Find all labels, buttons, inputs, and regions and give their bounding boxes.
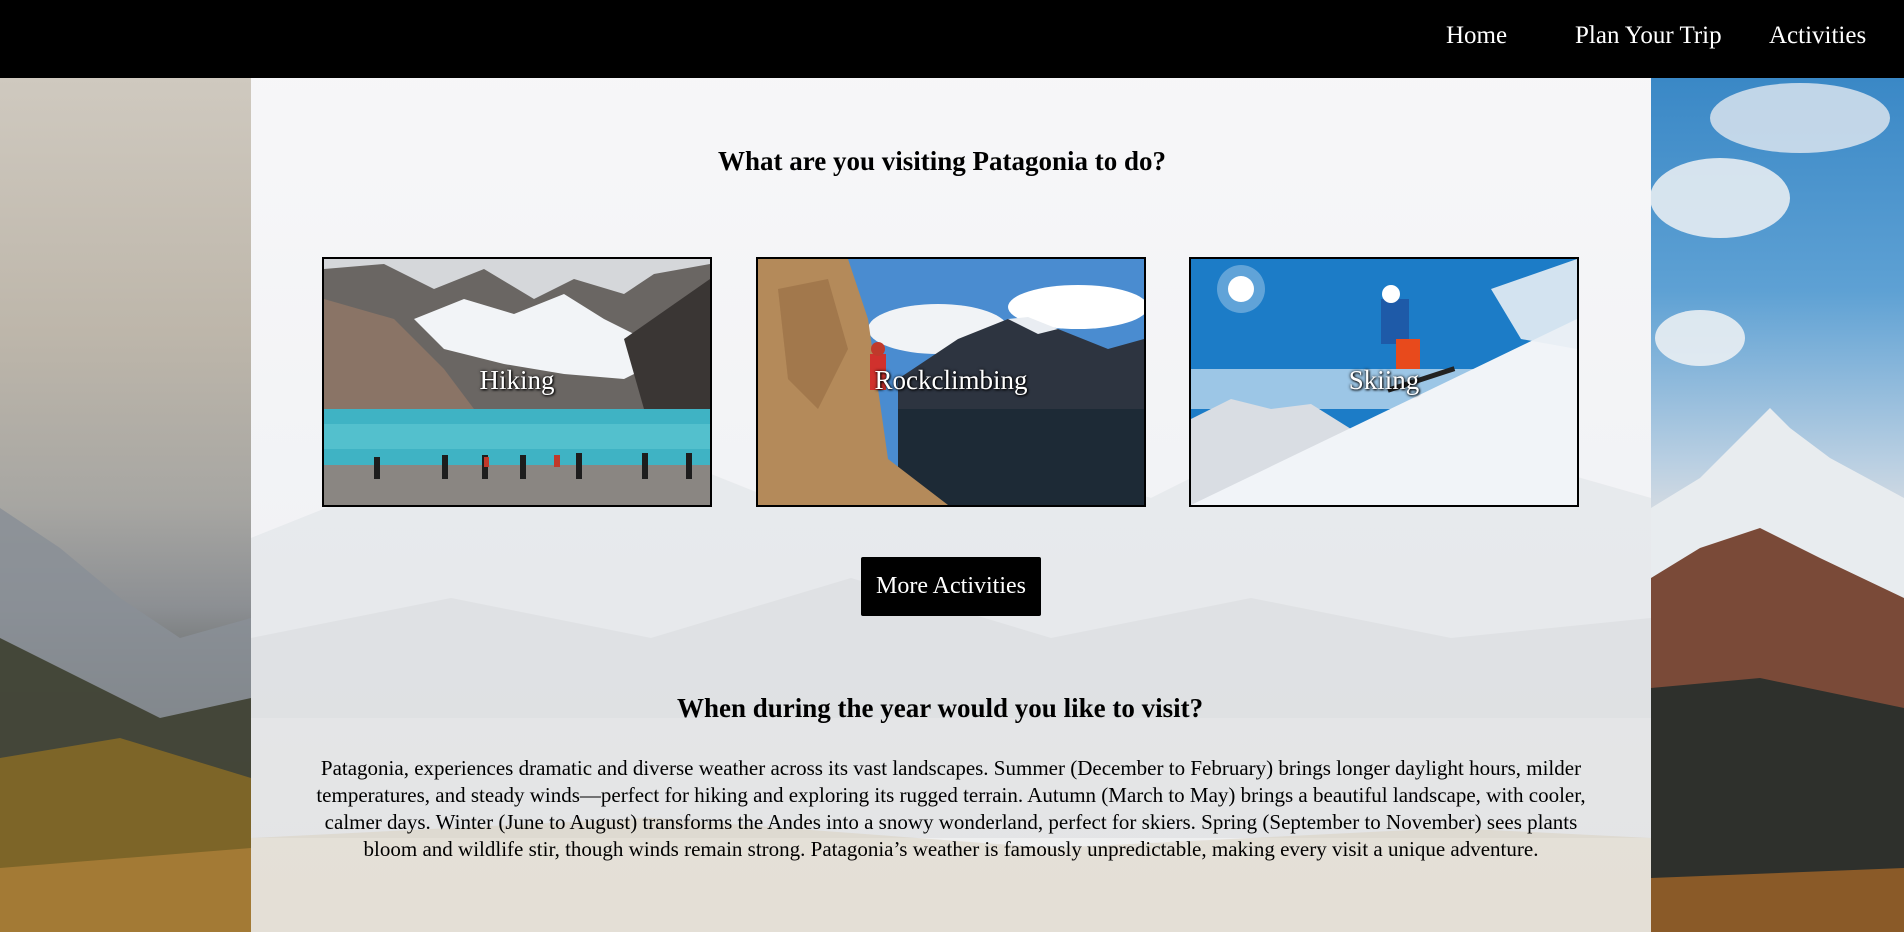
top-nav-bar: Home Plan Your Trip Activities [0,0,1904,78]
activities-heading: What are you visiting Patagonia to do? [718,146,1167,176]
more-activities-button[interactable]: More Activities [861,557,1041,616]
activity-card-rockclimbing[interactable]: Rockclimbing [756,257,1146,507]
activity-card-label: Skiing [1348,365,1420,395]
nav-link-activities[interactable]: Activities [1769,22,1866,50]
nav-link-home[interactable]: Home [1446,22,1507,50]
season-description: Patagonia, experiences dramatic and dive… [316,756,1586,861]
activity-card-hiking[interactable]: Hiking [322,257,712,507]
activity-card-label: Hiking [479,365,555,395]
season-heading: When during the year would you like to v… [677,693,1204,723]
activity-card-skiing[interactable]: Skiing [1189,257,1579,507]
activity-card-label: Rockclimbing [874,365,1028,395]
nav-link-plan-your-trip[interactable]: Plan Your Trip [1575,22,1722,50]
